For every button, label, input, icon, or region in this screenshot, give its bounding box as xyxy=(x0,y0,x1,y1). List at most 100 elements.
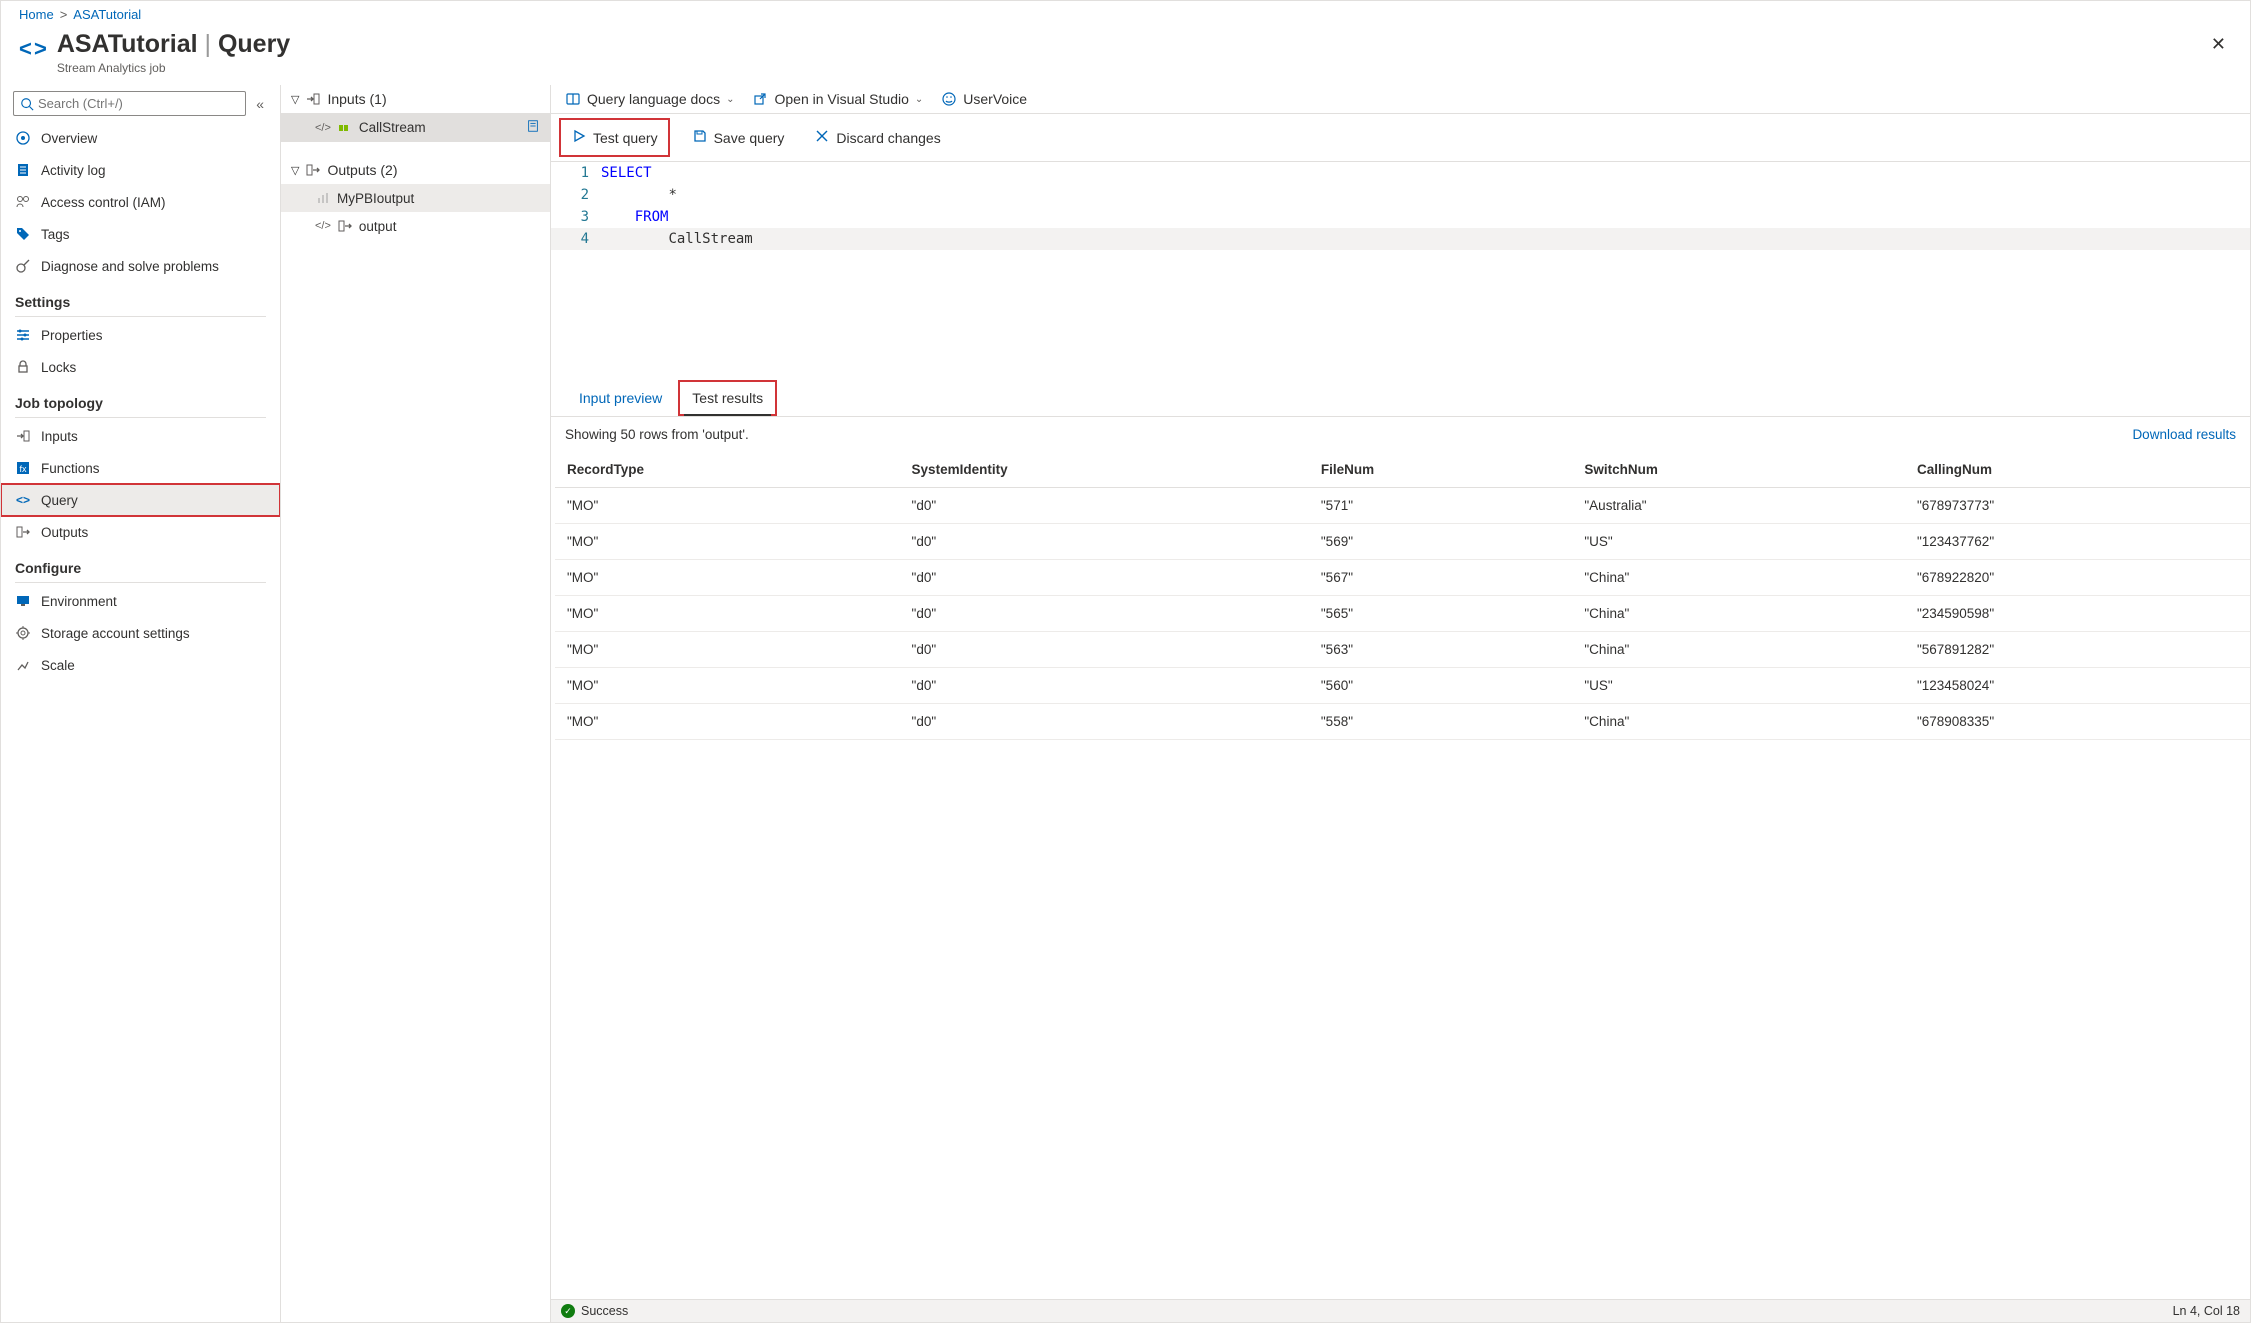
nav-functions[interactable]: fx Functions xyxy=(1,452,280,484)
table-cell: "569" xyxy=(1309,524,1573,560)
tab-test-results[interactable]: Test results xyxy=(678,380,777,416)
inputs-group-header[interactable]: ▽ Inputs (1) xyxy=(281,85,550,113)
close-button[interactable]: ✕ xyxy=(2211,34,2226,55)
table-cell: "China" xyxy=(1572,596,1905,632)
outputs-group-header[interactable]: ▽ Outputs (2) xyxy=(281,156,550,184)
table-cell: "d0" xyxy=(900,704,1309,740)
table-cell: "560" xyxy=(1309,668,1573,704)
nav-storage-settings[interactable]: Storage account settings xyxy=(1,617,280,649)
nav-diagnose[interactable]: Diagnose and solve problems xyxy=(1,250,280,282)
nav-divider xyxy=(15,582,266,583)
column-header[interactable]: CallingNum xyxy=(1905,452,2250,488)
outputs-icon xyxy=(15,524,31,540)
table-cell: "MO" xyxy=(555,524,900,560)
activity-log-icon xyxy=(15,162,31,178)
page-subtitle: Stream Analytics job xyxy=(57,61,290,75)
column-header[interactable]: FileNum xyxy=(1309,452,1573,488)
code-editor[interactable]: 1SELECT2 *3 FROM4 CallStream xyxy=(551,161,2250,250)
output-output[interactable]: </> output xyxy=(281,212,550,240)
chevron-down-icon: ▽ xyxy=(291,93,299,106)
nav-environment[interactable]: Environment xyxy=(1,585,280,617)
results-summary: Showing 50 rows from 'output'. xyxy=(565,427,749,442)
table-cell: "Australia" xyxy=(1572,488,1905,524)
table-cell: "MO" xyxy=(555,488,900,524)
nav-section-configure: Configure xyxy=(1,548,280,580)
table-row: "MO""d0""558""China""678908335" xyxy=(555,704,2250,740)
functions-icon: fx xyxy=(15,460,31,476)
nav-divider xyxy=(15,316,266,317)
play-icon xyxy=(571,128,587,147)
table-row: "MO""d0""567""China""678922820" xyxy=(555,560,2250,596)
query-command-bar: Test query Save query Discard changes xyxy=(551,114,2250,161)
cursor-position: Ln 4, Col 18 xyxy=(2173,1304,2240,1318)
test-query-button[interactable]: Test query xyxy=(561,120,668,155)
resource-icon: < > xyxy=(19,36,45,62)
nav-access-control[interactable]: Access control (IAM) xyxy=(1,186,280,218)
table-cell: "MO" xyxy=(555,560,900,596)
nav-section-settings: Settings xyxy=(1,282,280,314)
nav-scale[interactable]: Scale xyxy=(1,649,280,681)
table-row: "MO""d0""565""China""234590598" xyxy=(555,596,2250,632)
open-in-vs-button[interactable]: Open in Visual Studio ⌄ xyxy=(752,91,923,107)
gear-icon xyxy=(15,625,31,641)
table-cell: "567" xyxy=(1309,560,1573,596)
breadcrumb-resource[interactable]: ASATutorial xyxy=(73,7,141,22)
discard-icon xyxy=(814,128,830,147)
uservoice-button[interactable]: UserVoice xyxy=(941,91,1027,107)
download-results-link[interactable]: Download results xyxy=(2132,427,2236,442)
results-table-wrap[interactable]: RecordTypeSystemIdentityFileNumSwitchNum… xyxy=(551,452,2250,1299)
table-cell: "MO" xyxy=(555,704,900,740)
nav-query[interactable]: <> Query xyxy=(1,484,280,516)
table-cell: "China" xyxy=(1572,704,1905,740)
results-table: RecordTypeSystemIdentityFileNumSwitchNum… xyxy=(555,452,2250,740)
nav-overview[interactable]: Overview xyxy=(1,122,280,154)
discard-changes-button[interactable]: Discard changes xyxy=(808,124,946,151)
table-cell: "MO" xyxy=(555,632,900,668)
column-header[interactable]: SwitchNum xyxy=(1572,452,1905,488)
table-cell: "678922820" xyxy=(1905,560,2250,596)
save-icon xyxy=(692,128,708,147)
breadcrumb-home[interactable]: Home xyxy=(19,7,54,22)
table-cell: "234590598" xyxy=(1905,596,2250,632)
nav-tags[interactable]: Tags xyxy=(1,218,280,250)
nav-outputs[interactable]: Outputs xyxy=(1,516,280,548)
query-language-docs-button[interactable]: Query language docs ⌄ xyxy=(565,91,734,107)
column-header[interactable]: RecordType xyxy=(555,452,900,488)
nav-activity-log[interactable]: Activity log xyxy=(1,154,280,186)
table-cell: "123437762" xyxy=(1905,524,2250,560)
environment-icon xyxy=(15,593,31,609)
table-cell: "China" xyxy=(1572,632,1905,668)
table-cell: "d0" xyxy=(900,632,1309,668)
save-query-button[interactable]: Save query xyxy=(686,124,791,151)
chevron-down-icon: ⌄ xyxy=(915,94,923,105)
input-callstream[interactable]: </> CallStream xyxy=(281,113,550,142)
search-input[interactable] xyxy=(38,96,239,111)
nav-locks[interactable]: Locks xyxy=(1,351,280,383)
output-icon xyxy=(337,218,353,234)
results-header: Showing 50 rows from 'output'. Download … xyxy=(551,417,2250,452)
diagnose-icon xyxy=(15,258,31,274)
code-icon: </> xyxy=(315,220,331,232)
sidebar: « Overview Activity log Access control (… xyxy=(1,85,281,1322)
search-input-wrap[interactable] xyxy=(13,91,246,116)
table-row: "MO""d0""560""US""123458024" xyxy=(555,668,2250,704)
query-panel: Query language docs ⌄ Open in Visual Stu… xyxy=(551,85,2250,1322)
nav-divider xyxy=(15,417,266,418)
column-header[interactable]: SystemIdentity xyxy=(900,452,1309,488)
table-cell: "678908335" xyxy=(1905,704,2250,740)
table-cell: "d0" xyxy=(900,596,1309,632)
output-mypbioutput[interactable]: MyPBIoutput xyxy=(281,184,550,212)
tab-input-preview[interactable]: Input preview xyxy=(565,380,676,416)
nav-inputs[interactable]: Inputs xyxy=(1,420,280,452)
collapse-sidebar-button[interactable]: « xyxy=(252,92,268,116)
table-cell: "d0" xyxy=(900,560,1309,596)
inputs-icon xyxy=(305,91,321,107)
inputs-icon xyxy=(15,428,31,444)
nav-properties[interactable]: Properties xyxy=(1,319,280,351)
outputs-icon xyxy=(305,162,321,178)
results-tabs: Input preview Test results xyxy=(551,380,2250,417)
scale-icon xyxy=(15,657,31,673)
chevron-down-icon: ▽ xyxy=(291,164,299,177)
top-command-bar: Query language docs ⌄ Open in Visual Stu… xyxy=(551,85,2250,114)
smile-icon xyxy=(941,91,957,107)
